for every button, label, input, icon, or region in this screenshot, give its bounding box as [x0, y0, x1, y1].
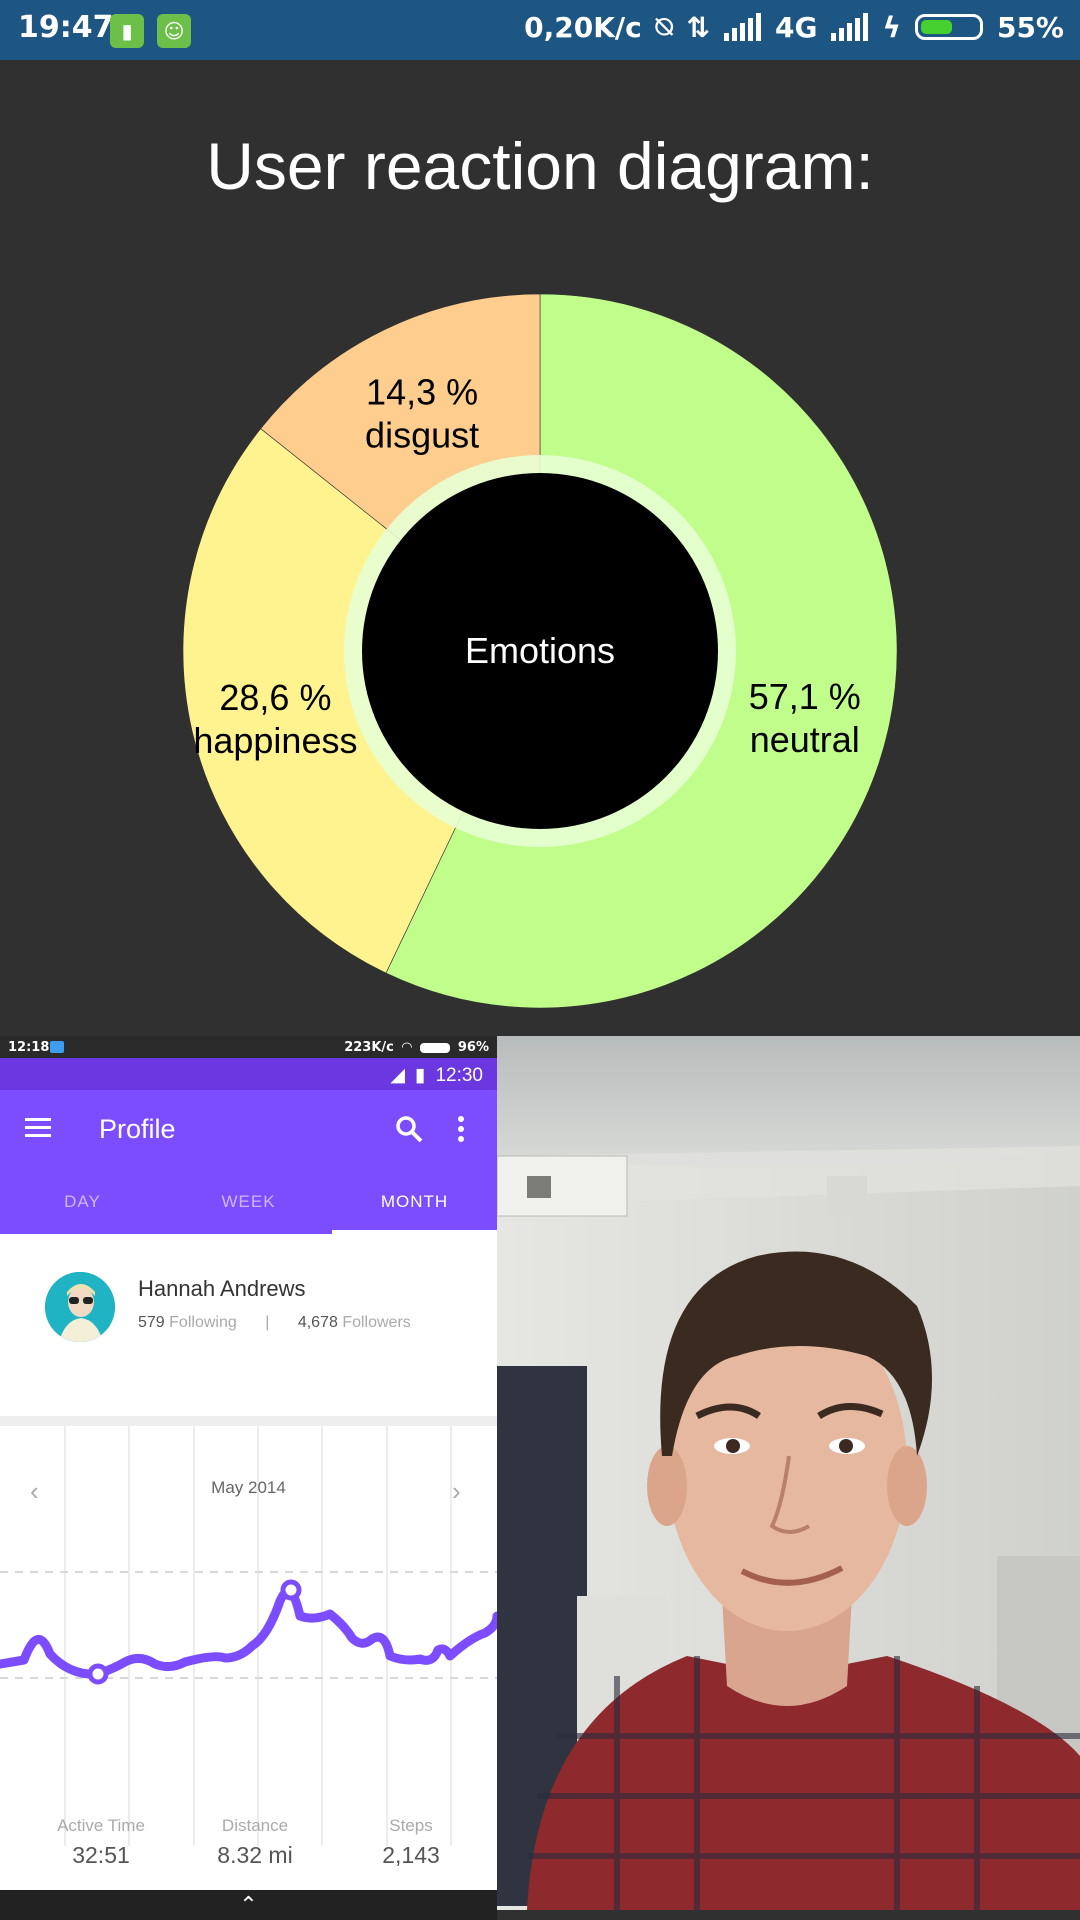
battery-icon: ▮ — [414, 1065, 426, 1086]
preview-battery-percent: 96% — [457, 1040, 489, 1055]
preview-system-time: 12:30 — [435, 1064, 483, 1086]
stat-active-time: Active Time 32:51 — [18, 1816, 184, 1869]
slice-name-label: neutral — [750, 719, 860, 760]
preview-system-bar: ◢ ▮ 12:30 — [0, 1058, 497, 1090]
search-icon[interactable] — [392, 1112, 428, 1148]
stat-label: Distance — [221, 1816, 289, 1835]
stat-value: 8.32 mi — [217, 1842, 293, 1868]
slice-name-label: happiness — [193, 720, 357, 761]
tab-day[interactable]: DAY — [0, 1170, 165, 1234]
notification-icon — [50, 1041, 64, 1053]
followers-count: 4,678 — [297, 1314, 338, 1331]
section-divider — [0, 1416, 497, 1426]
profile-name: Hannah Andrews — [138, 1276, 306, 1301]
profile-card: Hannah Andrews 579 Following | 4,678 Fol… — [0, 1234, 497, 1416]
stat-label: Steps — [389, 1816, 433, 1835]
preview-net-speed: 223K/c — [344, 1040, 394, 1055]
donut-center-label: Emotions — [465, 630, 615, 671]
preview-status-bar: 12:18 223K/c ◠ 96% — [0, 1036, 497, 1058]
profile-stats: 579 Following | 4,678 Followers — [138, 1314, 411, 1332]
toolbar-title: Profile — [99, 1114, 176, 1144]
more-options-icon[interactable] — [458, 1116, 466, 1146]
followers-label: Followers — [342, 1314, 411, 1331]
stat-distance: Distance 8.32 mi — [172, 1816, 338, 1869]
preview-status-time: 12:18 — [8, 1040, 50, 1055]
stat-value: 32:51 — [72, 1842, 130, 1868]
slice-name-label: disgust — [365, 414, 479, 455]
stat-label: Active Time — [57, 1816, 145, 1835]
screen-preview: 12:18 223K/c ◠ 96% ◢ ▮ 12:30 Profile DAY… — [0, 1036, 497, 1920]
avatar — [45, 1272, 115, 1342]
toolbar: Profile — [0, 1090, 497, 1170]
emotion-donut-chart: 57,1 %neutral 28,6 %happiness 14,3 %disgus… — [182, 293, 898, 1009]
wifi-icon: ◠ — [401, 1040, 412, 1055]
slice-value-label: 28,6 % — [219, 677, 331, 718]
tab-week[interactable]: WEEK — [166, 1170, 331, 1234]
slice-value-label: 14,3 % — [366, 371, 478, 412]
tab-bar: DAY WEEK MONTH — [0, 1170, 497, 1234]
face-image — [497, 1036, 1080, 1910]
camera-preview — [497, 1036, 1080, 1910]
menu-icon[interactable] — [25, 1118, 51, 1142]
bottom-nav-handle[interactable]: ⌃ — [0, 1890, 497, 1920]
stat-value: 2,143 — [382, 1842, 440, 1868]
stats-divider: | — [265, 1314, 270, 1331]
slice-value-label: 57,1 % — [749, 676, 861, 717]
month-label: May 2014 — [211, 1478, 286, 1497]
signal-icon: ◢ — [390, 1065, 405, 1086]
chevron-right-icon[interactable]: › — [452, 1476, 461, 1507]
tab-month[interactable]: MONTH — [332, 1170, 497, 1234]
following-count: 579 — [138, 1314, 165, 1331]
stat-steps: Steps 2,143 — [328, 1816, 494, 1869]
following-label: Following — [169, 1314, 237, 1331]
battery-icon — [419, 1042, 450, 1053]
